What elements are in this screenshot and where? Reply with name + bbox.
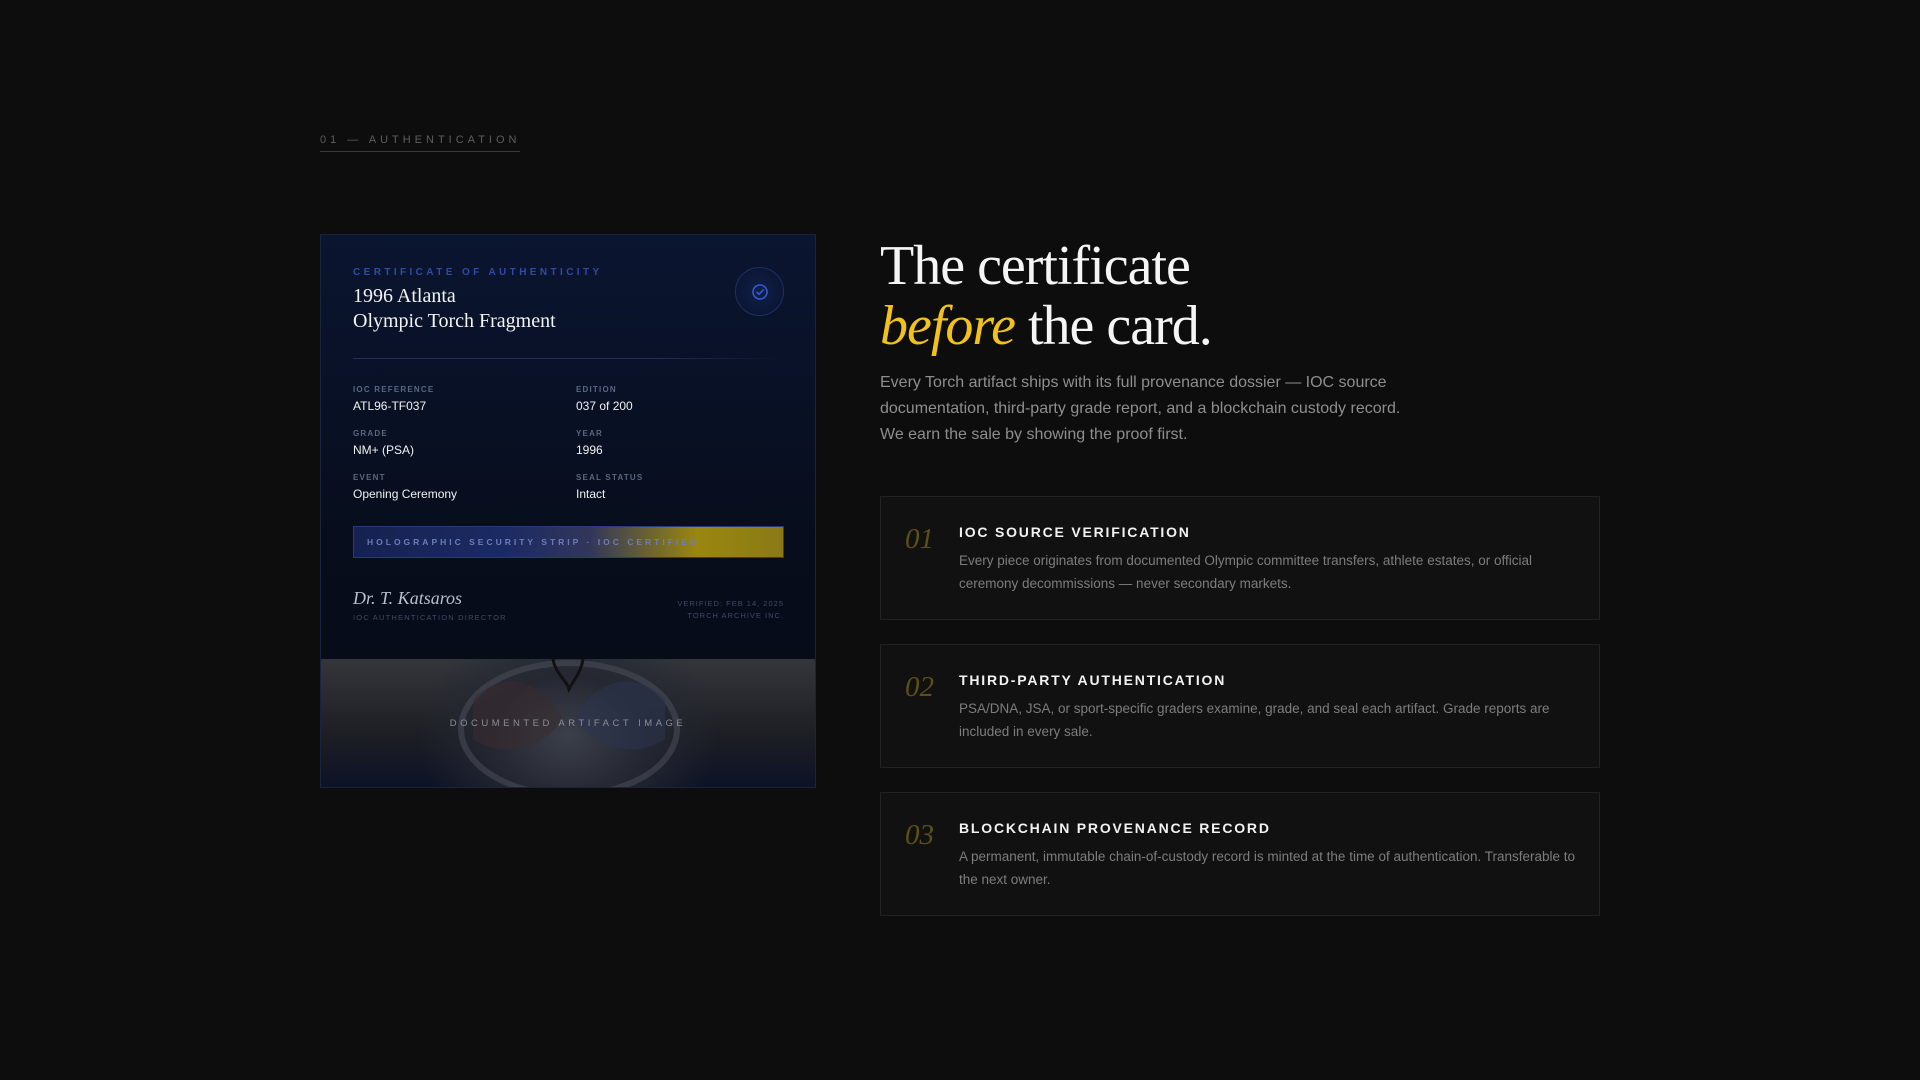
headline-line2: before the card. [880,295,1213,357]
field-event: EVENT Opening Ceremony [353,473,458,501]
feature-description: Every piece originates from documented O… [959,553,1532,591]
field-ioc-reference: IOC REFERENCE ATL96-TF037 [353,385,435,413]
signature: Dr. T. Katsaros [353,588,463,608]
certificate-body: CERTIFICATE OF AUTHENTICITY 1996 Atlanta… [353,267,784,622]
field-seal-status: SEAL STATUS Intact [576,473,644,501]
feature-card-ioc-source: 01 IOC SOURCE VERIFICATION Every piece o… [880,496,1600,620]
archive-name: TORCH ARCHIVE INC. [687,611,784,620]
feature-number: 03 [905,819,934,851]
feature-description: PSA/DNA, JSA, or sport-specific graders … [959,701,1550,739]
feature-card-blockchain: 03 BLOCKCHAIN PROVENANCE RECORD A perman… [880,792,1600,916]
hero-lede: Every Torch artifact ships with its full… [880,374,1401,443]
certificate-kicker: CERTIFICATE OF AUTHENTICITY [353,267,603,278]
certificate-fields: IOC REFERENCE ATL96-TF037 EDITION 037 of… [353,385,784,501]
hero-headline: The certificate before the card. [880,235,1213,357]
feature-title: THIRD-PARTY AUTHENTICATION [959,672,1227,688]
certificate-divider [353,358,784,359]
verification-block: VERIFIED: FEB 14, 2025 TORCH ARCHIVE INC… [677,598,784,622]
field-edition: EDITION 037 of 200 [576,385,633,413]
feature-title: IOC SOURCE VERIFICATION [959,524,1191,540]
certificate-title-line2: Olympic Torch Fragment [353,310,556,332]
holographic-strip: HOLOGRAPHIC SECURITY STRIP · IOC CERTIFI… [353,526,784,558]
feature-list: 01 IOC SOURCE VERIFICATION Every piece o… [880,496,1600,940]
certificate-title: 1996 Atlanta Olympic Torch Fragment [353,284,784,334]
artifact-image: DOCUMENTED ARTIFACT IMAGE [321,659,815,787]
feature-title: BLOCKCHAIN PROVENANCE RECORD [959,820,1271,836]
signature-row: Dr. T. Katsaros IOC AUTHENTICATION DIREC… [353,588,784,622]
field-grade: GRADE NM+ (PSA) [353,429,415,457]
feature-number: 02 [905,671,934,703]
feature-description: A permanent, immutable chain-of-custody … [959,849,1576,887]
certificate-title-line1: 1996 Atlanta [353,285,456,307]
headline-rest: the card. [1014,295,1213,357]
section-eyebrow: 01 — AUTHENTICATION [320,134,521,152]
signature-block: Dr. T. Katsaros IOC AUTHENTICATION DIREC… [353,588,507,622]
signer-role: IOC AUTHENTICATION DIRECTOR [353,613,507,622]
check-circle-icon [735,267,784,316]
artifact-caption: DOCUMENTED ARTIFACT IMAGE [449,717,687,729]
certificate-card: CERTIFICATE OF AUTHENTICITY 1996 Atlanta… [320,234,816,788]
feature-card-third-party: 02 THIRD-PARTY AUTHENTICATION PSA/DNA, J… [880,644,1600,768]
verified-date: VERIFIED: FEB 14, 2025 [677,599,784,608]
headline-accent: before [880,295,1016,357]
feature-number: 01 [905,523,934,555]
headline-line1: The certificate [880,235,1191,297]
field-year: YEAR 1996 [576,429,604,457]
